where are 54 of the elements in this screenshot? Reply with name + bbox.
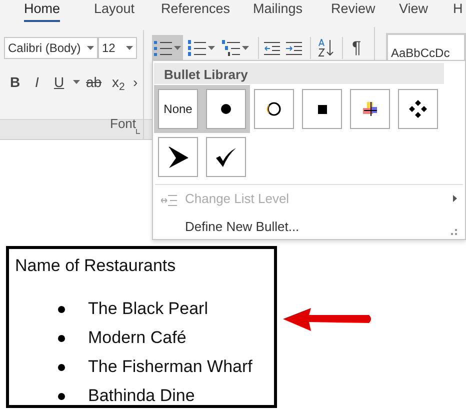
arrowhead-icon	[168, 146, 188, 168]
menu-item[interactable]: Define New Bullet...	[153, 212, 465, 240]
ribbon-tab[interactable]: H	[453, 1, 463, 20]
bullet-option[interactable]	[202, 85, 250, 133]
font-size-field[interactable]: 12	[98, 37, 137, 59]
ribbon-tab[interactable]: Layout	[94, 1, 135, 20]
dialog-launcher-icon[interactable]	[136, 129, 141, 134]
list-item-text: Modern Café	[88, 327, 186, 350]
circle-icon	[266, 101, 282, 117]
list-item-text: The Black Pearl	[88, 298, 208, 320]
subscript-button[interactable]: x$_{2}$	[112, 72, 125, 92]
bullet-option[interactable]: None	[154, 85, 202, 133]
square-icon	[318, 104, 326, 114]
cross-icon	[363, 102, 377, 116]
more-button[interactable]: ›	[133, 72, 138, 92]
group-label: Font	[110, 115, 136, 133]
caret-icon	[87, 46, 94, 50]
caret-icon	[242, 46, 249, 50]
bullet-icon	[58, 392, 65, 400]
show-formatting-button[interactable]: ¶	[350, 35, 364, 61]
font-name-field[interactable]: Calibri (Body)	[4, 37, 98, 59]
heading-text: Name of Restaurants	[15, 255, 177, 277]
decrease-indent-icon	[264, 41, 280, 55]
ribbon-tab[interactable]: View	[399, 1, 428, 20]
submenu-arrow-icon	[453, 195, 457, 202]
strikethrough-button[interactable]: ab	[86, 72, 102, 92]
caret-icon	[126, 46, 133, 50]
caret-icon	[174, 46, 181, 50]
arrow-icon	[281, 306, 373, 332]
bullets-button[interactable]	[152, 35, 183, 61]
italic-button[interactable]: I	[35, 72, 39, 92]
caret-icon	[73, 80, 80, 84]
bullet-icon	[58, 334, 65, 342]
bullet-icon	[58, 364, 65, 370]
disc-icon	[219, 102, 233, 116]
ribbon-tab[interactable]: Review	[331, 1, 376, 20]
sort-icon	[318, 39, 336, 57]
list-level-icon	[161, 194, 177, 206]
menu-heading: Bullet Library	[154, 63, 444, 84]
list-item-text: The Fisherman Wharf	[88, 356, 252, 378]
increase-indent-icon	[286, 41, 302, 55]
diamonds-icon	[409, 100, 427, 118]
numbered-list-icon	[188, 40, 206, 56]
list-item-text: Bathinda Dine	[88, 385, 195, 408]
underline-button[interactable]: U	[54, 72, 64, 92]
caret-icon	[208, 46, 215, 50]
bulleted-list-icon	[154, 40, 172, 56]
resize-grip-icon[interactable]	[451, 229, 457, 235]
bullet-icon	[58, 306, 65, 312]
check-icon	[215, 146, 237, 168]
multilevel-list-icon	[222, 40, 240, 56]
bold-button[interactable]: B	[10, 72, 20, 92]
ribbon-tab[interactable]: Mailings	[253, 1, 303, 20]
ribbon-tab[interactable]: References	[161, 1, 230, 20]
